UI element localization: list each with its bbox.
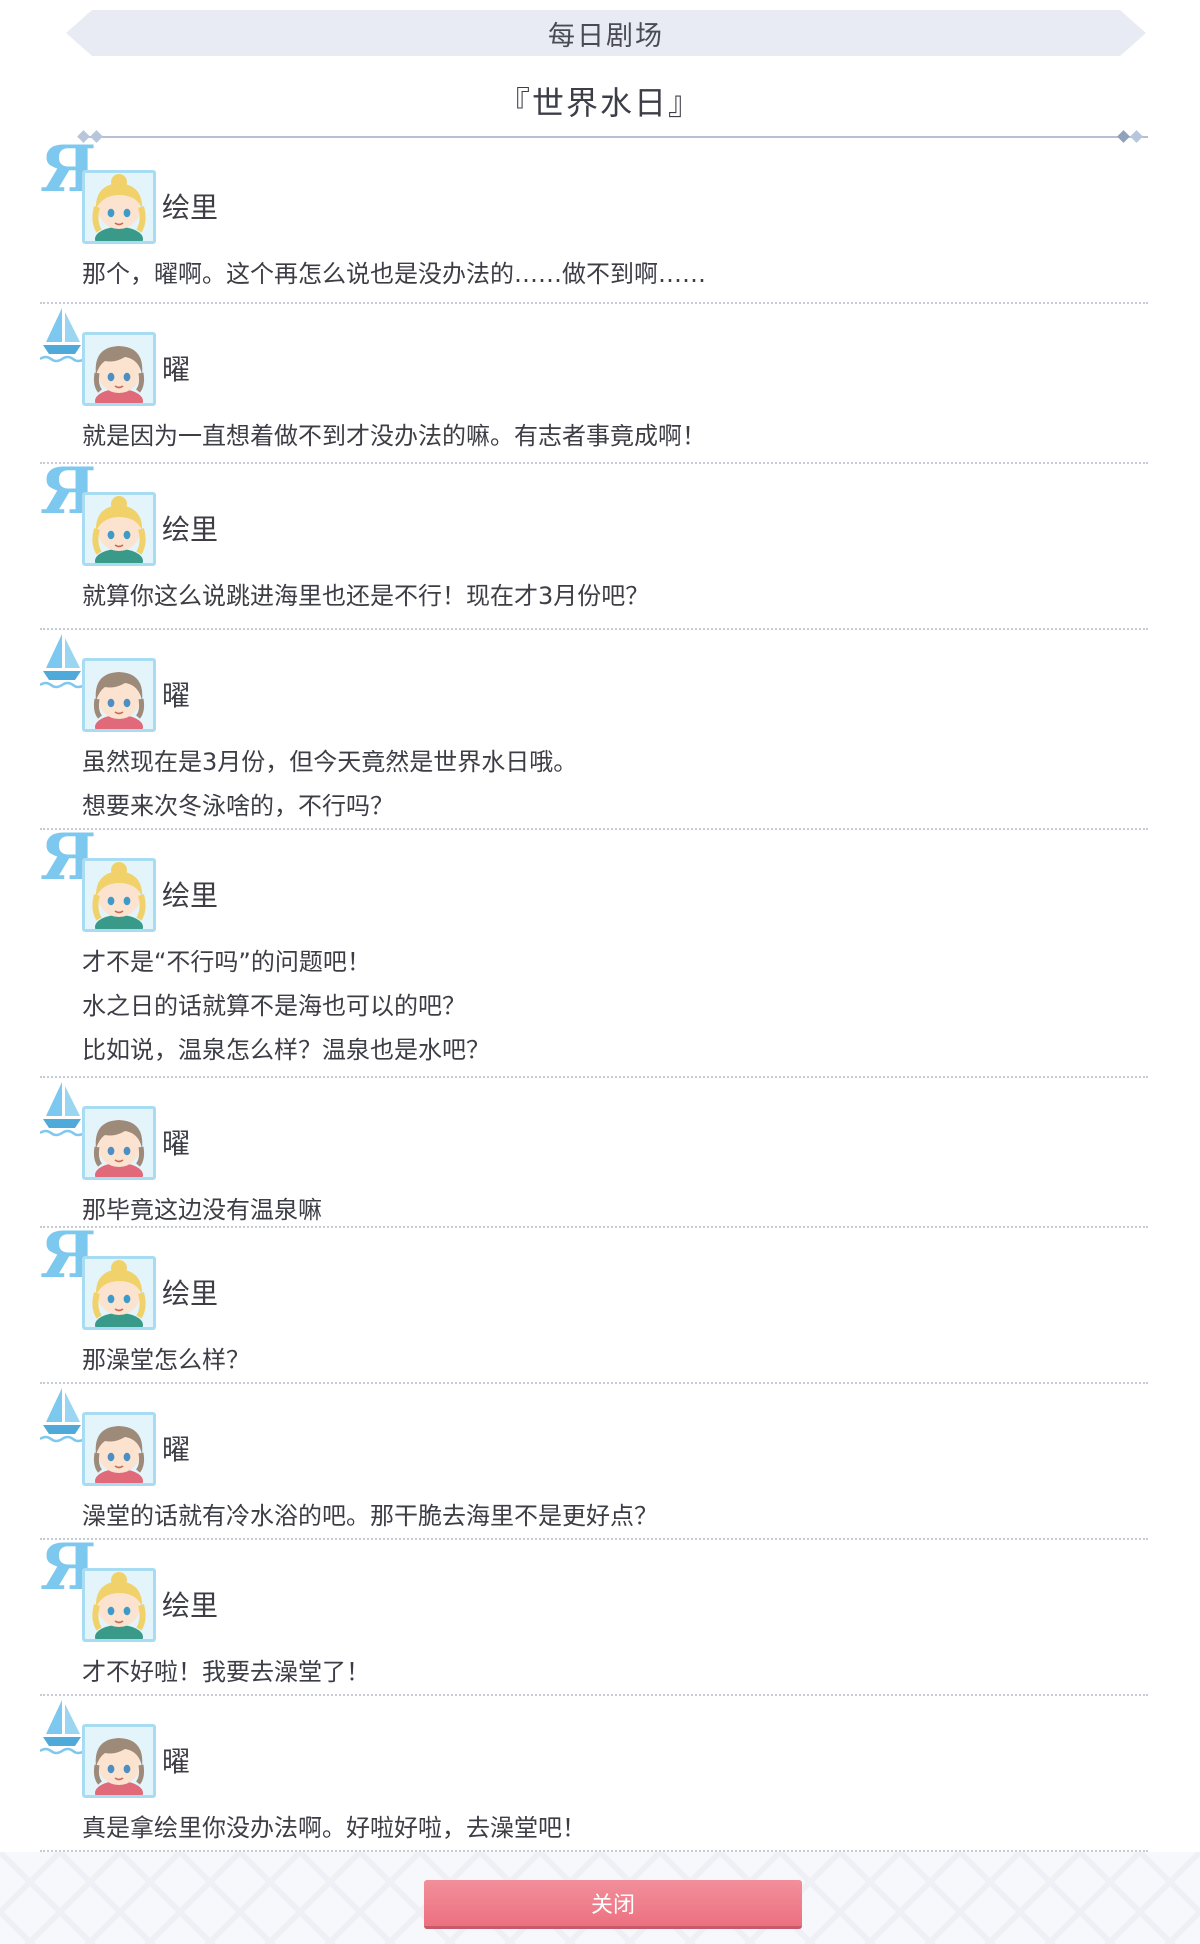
otonokizaka-school-icon: Я bbox=[40, 1530, 97, 1605]
otonokizaka-school-icon: Я bbox=[40, 1218, 97, 1293]
uranohoshi-school-icon bbox=[40, 1382, 84, 1444]
avatar-eli bbox=[82, 170, 156, 244]
dialogue-entry: 曜 就是因为一直想着做不到才没办法的嘛。有志者事竟成啊！ bbox=[40, 302, 1148, 464]
avatar-eli bbox=[82, 1568, 156, 1642]
dialogue-entry: Я 绘里 才不是“不行吗”的问题吧！ 水之日的话就算不是海也可以的吧？ 比如说，… bbox=[40, 820, 1148, 1078]
dialogue-line: 才不是“不行吗”的问题吧！ bbox=[82, 948, 371, 976]
dialogue-entry: 曜 虽然现在是3月份，但今天竟然是世界水日哦。 想要来次冬泳啥的，不行吗？ bbox=[40, 628, 1148, 830]
uranohoshi-school-icon bbox=[40, 302, 84, 364]
speaker-name: 曜 bbox=[162, 1433, 191, 1466]
avatar-you bbox=[82, 1724, 156, 1798]
dialogue-line: 那个，曜啊。这个再怎么说也是没办法的……做不到啊…… bbox=[82, 260, 706, 288]
dialogue-line: 那澡堂怎么样？ bbox=[82, 1346, 250, 1374]
dialogue-line: 真是拿绘里你没办法啊。好啦好啦，去澡堂吧！ bbox=[82, 1814, 586, 1842]
speaker-name: 曜 bbox=[162, 1127, 191, 1160]
header-banner: 每日剧场 bbox=[66, 10, 1146, 56]
otonokizaka-school-icon: Я bbox=[40, 454, 97, 529]
uranohoshi-school-icon bbox=[40, 1694, 84, 1756]
speaker-name: 曜 bbox=[162, 1745, 191, 1778]
avatar-you bbox=[82, 332, 156, 406]
dialogue-line: 澡堂的话就有冷水浴的吧。那干脆去海里不是更好点？ bbox=[82, 1502, 658, 1530]
close-button[interactable]: 关闭 bbox=[424, 1880, 802, 1929]
speaker-name: 绘里 bbox=[162, 1277, 219, 1310]
avatar-eli bbox=[82, 492, 156, 566]
uranohoshi-school-icon bbox=[40, 628, 84, 690]
dialogue-entry: Я 绘里 那个，曜啊。这个再怎么说也是没办法的……做不到啊…… bbox=[40, 132, 1148, 304]
otonokizaka-school-icon: Я bbox=[40, 820, 97, 895]
speaker-name: 曜 bbox=[162, 679, 191, 712]
dialogue-line: 比如说，温泉怎么样？温泉也是水吧？ bbox=[82, 1036, 490, 1064]
avatar-you bbox=[82, 1412, 156, 1486]
dialogue-line: 就是因为一直想着做不到才没办法的嘛。有志者事竟成啊！ bbox=[82, 422, 706, 450]
dialogue-entry: Я 绘里 那澡堂怎么样？ bbox=[40, 1218, 1148, 1384]
speaker-name: 绘里 bbox=[162, 879, 219, 912]
avatar-eli bbox=[82, 1256, 156, 1330]
avatar-you bbox=[82, 1106, 156, 1180]
story-title: 『世界水日』 bbox=[497, 84, 702, 122]
dialogue-entry: Я 绘里 才不好啦！我要去澡堂了！ bbox=[40, 1530, 1148, 1696]
speaker-name: 曜 bbox=[162, 353, 191, 386]
avatar-you bbox=[82, 658, 156, 732]
avatar-eli bbox=[82, 858, 156, 932]
dialogue-line: 就算你这么说跳进海里也还是不行！现在才3月份吧？ bbox=[82, 582, 650, 610]
dialogue-line: 想要来次冬泳啥的，不行吗？ bbox=[82, 792, 394, 820]
dialogue-entry: 曜 澡堂的话就有冷水浴的吧。那干脆去海里不是更好点？ bbox=[40, 1382, 1148, 1540]
title-divider bbox=[78, 136, 1148, 138]
dialogue-entry: 曜 真是拿绘里你没办法啊。好啦好啦，去澡堂吧！ bbox=[40, 1694, 1148, 1852]
uranohoshi-school-icon bbox=[40, 1076, 84, 1138]
dialogue-entry: Я 绘里 就算你这么说跳进海里也还是不行！现在才3月份吧？ bbox=[40, 454, 1148, 630]
speaker-name: 绘里 bbox=[162, 513, 219, 546]
header-title: 每日剧场 bbox=[548, 20, 664, 52]
otonokizaka-school-icon: Я bbox=[40, 132, 97, 207]
dialogue-line: 水之日的话就算不是海也可以的吧？ bbox=[82, 992, 466, 1020]
speaker-name: 绘里 bbox=[162, 1589, 219, 1622]
speaker-name: 绘里 bbox=[162, 191, 219, 224]
dialogue-entry: 曜 那毕竟这边没有温泉嘛 bbox=[40, 1076, 1148, 1228]
dialogue-line: 才不好啦！我要去澡堂了！ bbox=[82, 1658, 370, 1686]
dialogue-line: 虽然现在是3月份，但今天竟然是世界水日哦。 bbox=[82, 748, 578, 776]
